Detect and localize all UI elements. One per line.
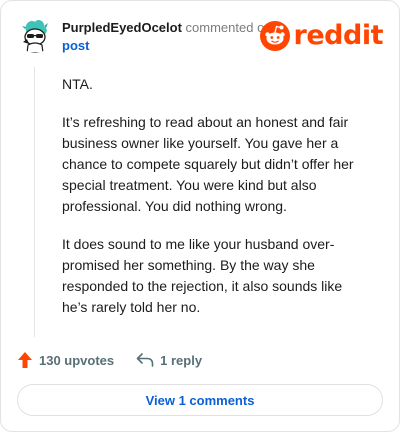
thread-line xyxy=(34,67,35,337)
comment-paragraph: It’s refreshing to read about an honest … xyxy=(62,114,354,214)
username[interactable]: PurpledEyedOcelot xyxy=(62,20,182,35)
upvote-arrow-icon xyxy=(18,352,32,368)
reddit-snoo-icon xyxy=(259,21,290,51)
comment-body: NTA. It’s refreshing to read about an ho… xyxy=(62,74,362,335)
view-comments-button[interactable]: View 1 comments xyxy=(17,384,383,416)
comment-actions: 130 upvotes 1 reply xyxy=(17,349,202,371)
upvote-button[interactable]: 130 upvotes xyxy=(17,351,114,369)
reply-count: 1 reply xyxy=(160,352,203,368)
avatar-snoo-icon xyxy=(22,19,48,53)
comment-paragraph: NTA. xyxy=(62,76,93,92)
avatar[interactable] xyxy=(17,17,53,53)
upvote-count: 130 upvotes xyxy=(39,352,115,368)
post-link[interactable]: post xyxy=(62,37,282,55)
comment-card: PurpledEyedOcelot commented on post redd… xyxy=(0,0,400,432)
reddit-wordmark: reddit xyxy=(293,20,384,51)
comment-header: PurpledEyedOcelot commented on post redd… xyxy=(17,17,384,57)
comment-paragraph: It does sound to me like your husband ov… xyxy=(62,236,343,315)
comment-meta: PurpledEyedOcelot commented on post xyxy=(62,19,282,55)
reddit-logo[interactable]: reddit xyxy=(259,20,384,51)
reply-arrow-icon xyxy=(136,353,154,367)
reply-button[interactable]: 1 reply xyxy=(136,353,202,368)
